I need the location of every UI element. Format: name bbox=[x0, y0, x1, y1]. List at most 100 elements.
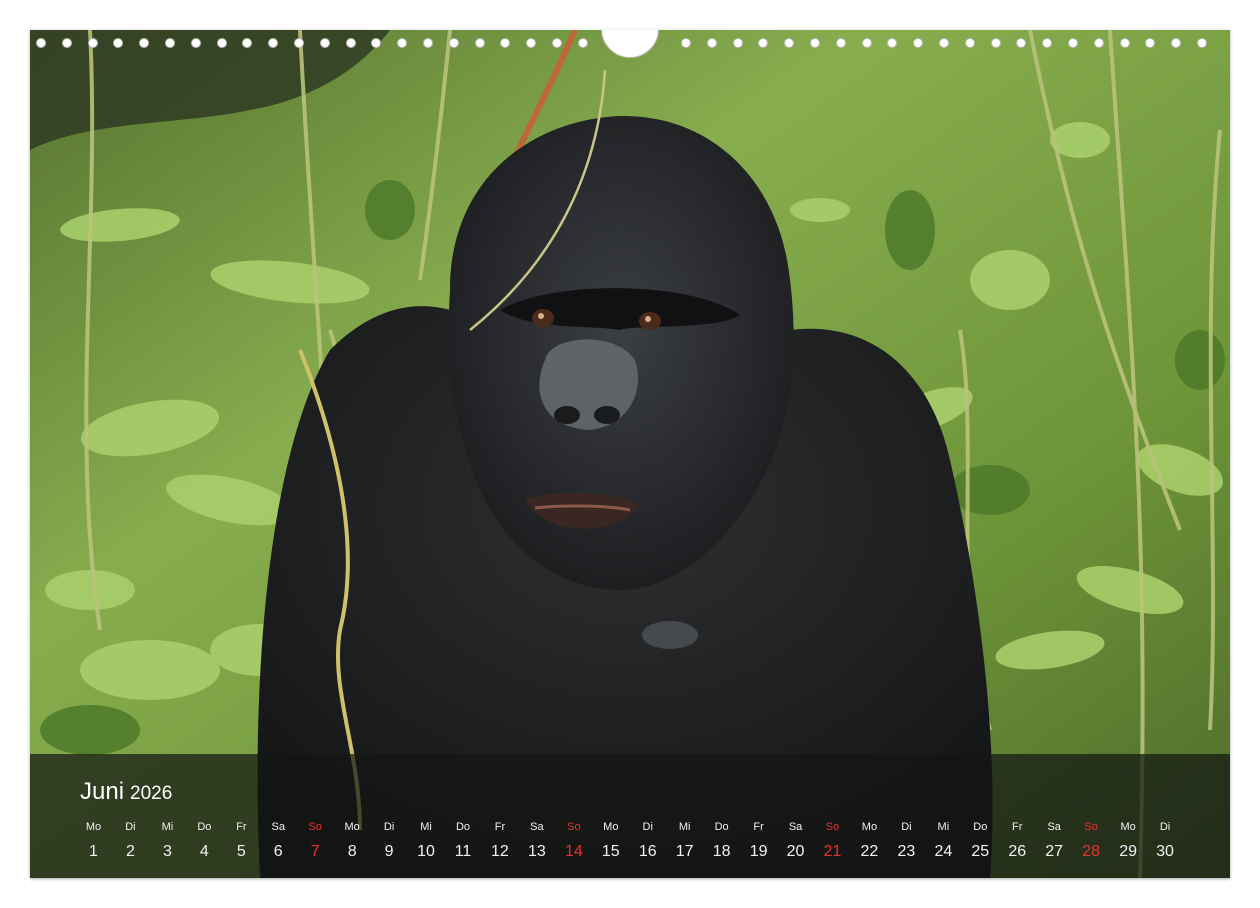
binding-hole bbox=[681, 38, 691, 48]
binding-hole bbox=[964, 38, 975, 48]
calendar-day: Sa 6 bbox=[260, 820, 297, 863]
day-number: 20 bbox=[786, 843, 805, 860]
day-number: 4 bbox=[199, 843, 209, 860]
binding-hole bbox=[294, 38, 304, 48]
weekday-label: Fr bbox=[1012, 821, 1023, 833]
binding-hole bbox=[732, 38, 743, 48]
day-number: 25 bbox=[971, 843, 990, 860]
calendar-bar: Juni 2026 Mo 1 Di 2 Mi 3 Do 4 Fr 5 Sa 6 So 7 Mo 8 Di 9 Mi 10… bbox=[30, 754, 1230, 878]
weekday-label: Fr bbox=[236, 821, 247, 833]
calendar-day: Di 16 bbox=[629, 820, 666, 863]
month-year: 2026 bbox=[130, 783, 173, 804]
day-number: 3 bbox=[162, 843, 172, 860]
binding-hole bbox=[319, 38, 330, 48]
day-number: 30 bbox=[1156, 843, 1174, 860]
weekday-label: Mo bbox=[344, 821, 360, 833]
binding-hole bbox=[423, 38, 433, 48]
calendar-day: Di 9 bbox=[371, 820, 408, 863]
day-number: 16 bbox=[638, 843, 657, 860]
binding-hole bbox=[939, 38, 949, 48]
day-number: 17 bbox=[675, 843, 694, 860]
calendar-day: Fr 5 bbox=[223, 820, 260, 863]
weekday-label: Di bbox=[901, 821, 912, 833]
binding-hole bbox=[242, 38, 253, 48]
binding-hole bbox=[784, 38, 795, 48]
day-number: 21 bbox=[823, 843, 842, 860]
binding-hole bbox=[1016, 38, 1027, 48]
weekday-label: Do bbox=[973, 821, 988, 833]
calendar-day: So 21 bbox=[814, 820, 851, 863]
weekday-label: Di bbox=[125, 821, 136, 833]
binding-hole bbox=[500, 38, 511, 48]
weekday-label: Do bbox=[714, 821, 729, 833]
calendar-day: So 14 bbox=[555, 820, 592, 863]
weekday-label: Sa bbox=[271, 821, 285, 833]
day-number: 29 bbox=[1119, 843, 1137, 860]
day-number: 22 bbox=[860, 843, 879, 860]
binding-hole bbox=[552, 38, 562, 48]
day-number: 1 bbox=[89, 843, 98, 860]
month-title: Juni 2026 bbox=[80, 778, 172, 806]
binding-hole bbox=[990, 38, 1001, 48]
calendar-day: So 7 bbox=[297, 820, 334, 863]
day-number: 18 bbox=[712, 843, 731, 860]
weekday-label: Sa bbox=[1047, 821, 1061, 833]
calendar-day: Fr 26 bbox=[999, 820, 1036, 863]
calendar-day: Sa 20 bbox=[777, 820, 814, 863]
binding-hole bbox=[913, 38, 924, 48]
weekday-label: Di bbox=[1159, 821, 1171, 833]
day-number: 6 bbox=[273, 843, 283, 860]
calendar-day: Di 30 bbox=[1147, 820, 1184, 863]
binding-hole bbox=[165, 38, 175, 48]
binding-hole bbox=[345, 38, 356, 48]
binding-hole bbox=[861, 38, 872, 48]
binding-hole bbox=[268, 38, 279, 48]
binding-hole bbox=[1042, 38, 1053, 48]
weekday-label: Sa bbox=[788, 821, 803, 833]
weekday-label: Mi bbox=[161, 821, 174, 833]
day-number: 24 bbox=[934, 843, 953, 860]
day-number: 23 bbox=[897, 843, 916, 860]
binding-hole bbox=[113, 38, 124, 48]
day-number: 12 bbox=[491, 843, 509, 860]
weekday-label: Sa bbox=[530, 821, 544, 833]
binding-hole bbox=[758, 38, 769, 48]
weekday-label: Mo bbox=[1120, 821, 1136, 833]
calendar-page: Juni 2026 Mo 1 Di 2 Mi 3 Do 4 Fr 5 Sa 6 So 7 Mo 8 Di 9 Mi 10… bbox=[30, 30, 1230, 878]
day-number: 7 bbox=[310, 843, 320, 860]
weekday-label: So bbox=[308, 821, 322, 833]
calendar-day: Fr 12 bbox=[481, 820, 518, 863]
calendar-day: Sa 13 bbox=[518, 820, 555, 863]
binding-hole bbox=[371, 38, 382, 48]
weekday-label: So bbox=[825, 821, 840, 833]
binding-hole bbox=[61, 38, 72, 48]
weekday-label: Do bbox=[455, 821, 471, 833]
binding-hole bbox=[397, 38, 408, 48]
binding-hole bbox=[887, 38, 898, 48]
calendar-day: Mo 22 bbox=[851, 820, 888, 863]
binding-hole bbox=[835, 38, 846, 48]
weekday-label: Mo bbox=[861, 821, 878, 833]
weekday-label: Fr bbox=[753, 821, 764, 833]
binding-hole bbox=[190, 38, 201, 48]
weekday-label: Mi bbox=[678, 821, 691, 833]
day-number: 9 bbox=[384, 843, 394, 860]
calendar-day: Mi 24 bbox=[925, 820, 962, 863]
calendar-day: Mo 15 bbox=[592, 820, 629, 863]
weekday-label: Do bbox=[197, 821, 212, 833]
binding-hole bbox=[1197, 38, 1207, 48]
day-number: 14 bbox=[564, 843, 583, 860]
calendar-day: Sa 27 bbox=[1036, 820, 1073, 863]
day-number: 27 bbox=[1045, 843, 1064, 860]
calendar-day: Do 25 bbox=[962, 820, 999, 863]
binding-hole bbox=[810, 38, 820, 48]
binding-hole bbox=[216, 38, 227, 48]
calendar-day: Di 2 bbox=[112, 820, 149, 863]
calendar-day: Mo 1 bbox=[75, 820, 112, 863]
binding-hole bbox=[1145, 38, 1156, 48]
calendar-day: Mi 10 bbox=[408, 820, 445, 863]
day-number: 10 bbox=[417, 843, 435, 860]
calendar-day: Di 23 bbox=[888, 820, 925, 863]
binding-hole bbox=[139, 38, 150, 48]
day-number: 8 bbox=[347, 843, 357, 860]
